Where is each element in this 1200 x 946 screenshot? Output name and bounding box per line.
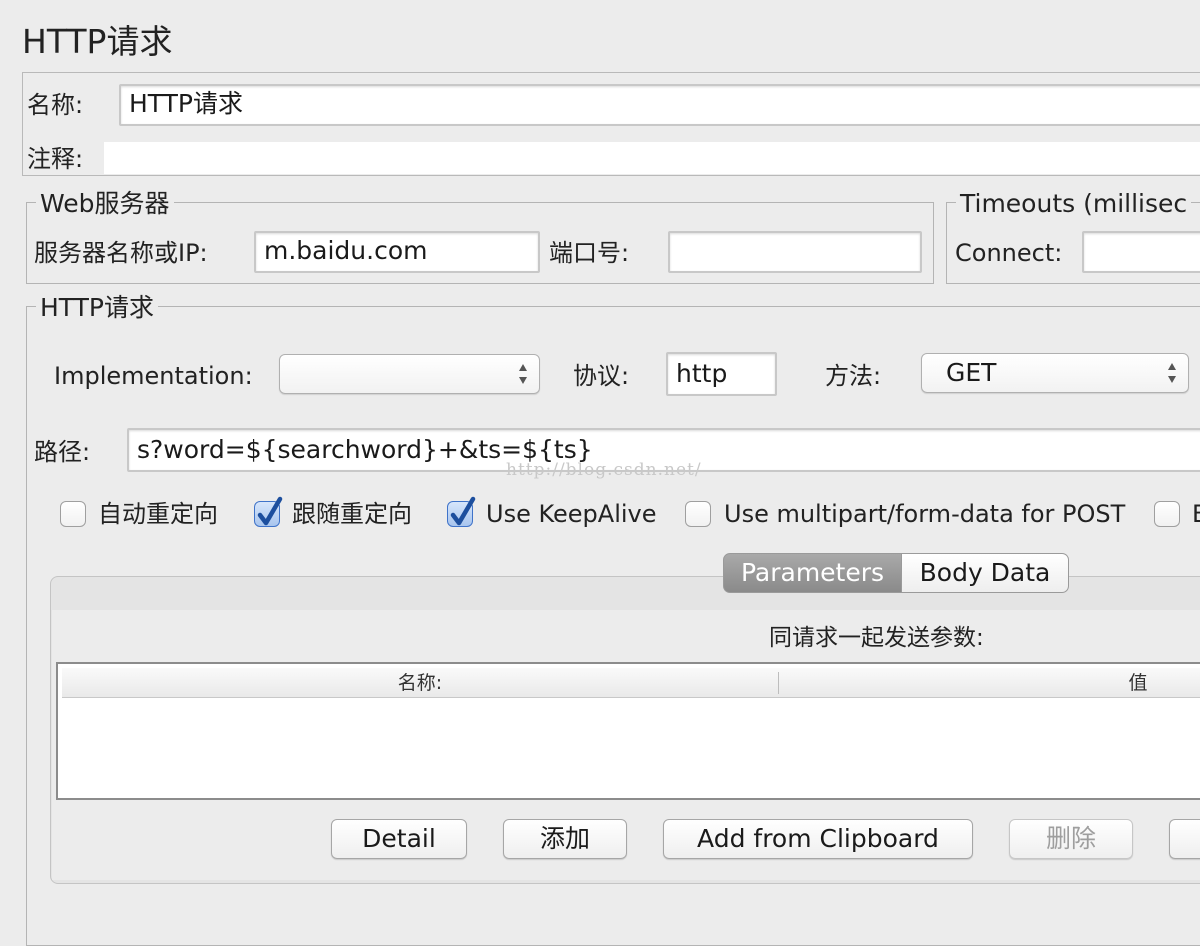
comment-label: 注释: [27, 145, 84, 173]
keepalive-label: Use KeepAlive [486, 500, 657, 528]
path-label: 路径: [34, 438, 91, 466]
delete-button[interactable]: 删除 [1009, 819, 1133, 859]
tab-parameters[interactable]: Parameters [723, 553, 902, 593]
implementation-label: Implementation: [54, 362, 253, 390]
server-name-label: 服务器名称或IP: [34, 239, 208, 267]
column-header-value[interactable]: 值 [1128, 668, 1148, 698]
column-divider [778, 672, 779, 694]
protocol-label: 协议: [573, 362, 630, 390]
select-arrows-icon [1168, 363, 1176, 383]
name-field[interactable]: HTTP请求 [119, 84, 1200, 126]
page-title: HTTP请求 [22, 22, 173, 61]
connect-label: Connect: [955, 239, 1063, 267]
follow-redirect-checkbox[interactable] [254, 496, 283, 527]
implementation-select[interactable] [279, 354, 540, 394]
multipart-label: Use multipart/form-data for POST [724, 500, 1126, 528]
tab-body-data[interactable]: Body Data [902, 553, 1069, 593]
select-arrows-icon [519, 364, 527, 384]
keepalive-checkbox[interactable] [447, 496, 476, 527]
checkmark-icon [450, 496, 476, 526]
browser-headers-label: B [1192, 498, 1200, 530]
more-button[interactable] [1169, 819, 1200, 859]
browser-headers-checkbox[interactable] [1154, 501, 1180, 527]
protocol-field[interactable]: http [666, 352, 777, 396]
watermark: http://blog.csdn.net/ [506, 460, 702, 480]
http-request-legend: HTTP请求 [36, 293, 158, 323]
auto-redirect-label: 自动重定向 [98, 500, 218, 528]
parameters-table[interactable]: 名称: 值 [56, 662, 1200, 800]
add-from-clipboard-button[interactable]: Add from Clipboard [663, 819, 973, 859]
comment-field[interactable] [104, 142, 1200, 174]
multipart-checkbox[interactable] [685, 501, 711, 527]
parameters-caption: 同请求一起发送参数: [769, 625, 984, 651]
port-field[interactable] [668, 231, 922, 273]
method-label: 方法: [825, 362, 882, 390]
web-server-legend: Web服务器 [36, 189, 174, 219]
table-header: 名称: 值 [62, 668, 1200, 698]
checkmark-icon [257, 496, 283, 526]
column-header-name[interactable]: 名称: [62, 668, 778, 698]
connect-timeout-field[interactable] [1082, 231, 1200, 273]
auto-redirect-checkbox[interactable] [60, 501, 86, 527]
detail-button[interactable]: Detail [331, 819, 467, 859]
add-button[interactable]: 添加 [503, 819, 627, 859]
server-name-field[interactable]: m.baidu.com [254, 231, 540, 273]
follow-redirect-label: 跟随重定向 [292, 500, 412, 528]
port-label: 端口号: [549, 239, 630, 267]
method-select[interactable]: GET [921, 353, 1189, 393]
method-value: GET [946, 358, 997, 387]
name-label: 名称: [27, 91, 84, 119]
timeouts-legend: Timeouts (millisec [956, 189, 1192, 219]
